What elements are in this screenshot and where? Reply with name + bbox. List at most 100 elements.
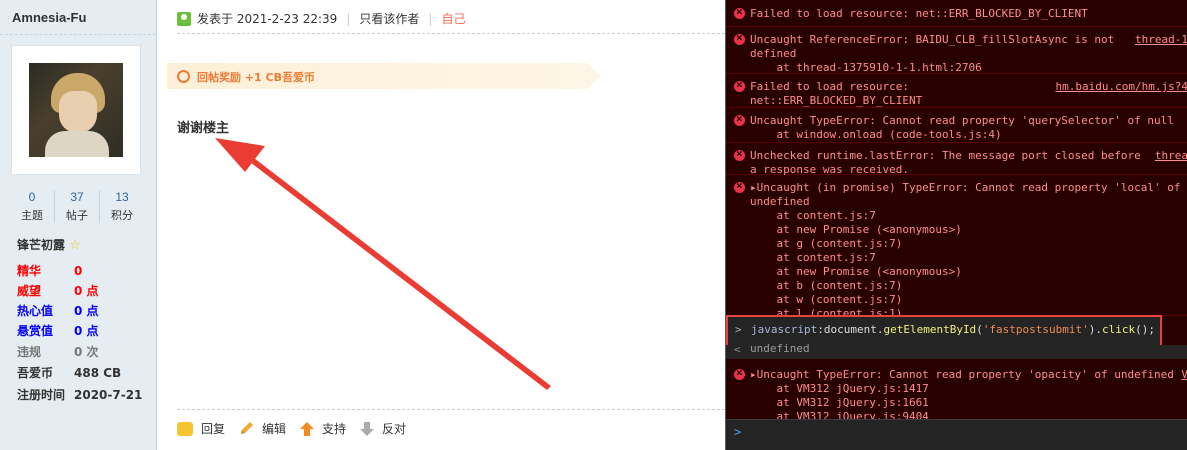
oppose-button[interactable]: 反对: [360, 420, 406, 437]
attribute-row: 精华 0: [17, 262, 82, 280]
stat-label: 帖子: [66, 209, 88, 222]
username-link[interactable]: Amnesia-Fu: [12, 10, 86, 25]
pencil-icon: [241, 422, 254, 434]
console-error-message: Uncaught ReferenceError: BAIDU_CLB_fillS…: [726, 26, 1187, 74]
support-button[interactable]: 支持: [300, 420, 346, 437]
reply-button[interactable]: 回复: [177, 420, 225, 437]
result-value: undefined: [750, 342, 810, 355]
console-line: Uncaught TypeError: Cannot read property…: [750, 114, 1174, 127]
stat-label: 积分: [111, 209, 133, 222]
attribute-row: 热心值 0 点: [17, 302, 99, 320]
stat-value[interactable]: 37: [55, 190, 99, 204]
source-link[interactable]: hm.baidu.com/hm.js?4: [1056, 80, 1187, 93]
console-error-message: ▸Uncaught TypeError: Cannot read propert…: [726, 361, 1187, 423]
edit-button[interactable]: 编辑: [239, 420, 286, 437]
error-icon: [734, 78, 745, 92]
attribute-value: 0 点: [74, 304, 99, 318]
console-line: at content.js:7: [750, 251, 876, 264]
attribute-row: 注册时间 2020-7-21: [17, 386, 142, 404]
console-error-message: Uncaught TypeError: Cannot read property…: [726, 107, 1187, 143]
console-line: at w (content.js:7): [750, 293, 903, 306]
console-line: Failed to load resource: net::ERR_BLOCKE…: [750, 7, 1088, 20]
support-label: 支持: [322, 422, 347, 436]
console-line: ▸Uncaught (in promise) TypeError: Cannot…: [750, 181, 1181, 194]
attribute-value: 2020-7-21: [74, 388, 143, 402]
devtools-console: Failed to load resource: net::ERR_BLOCKE…: [725, 0, 1187, 450]
console-line: at VM312 jQuery.js:1661: [750, 396, 929, 409]
avatar-frame[interactable]: [11, 45, 141, 175]
console-prompt-input[interactable]: >: [726, 419, 1187, 450]
attribute-key: 精华: [17, 264, 42, 278]
attribute-value: 0 点: [74, 284, 99, 298]
console-line: undefined: [750, 195, 810, 208]
attribute-key: 悬赏值: [17, 324, 54, 338]
console-line: at b (content.js:7): [750, 279, 903, 292]
user-rank: 锋芒初露 ☆: [17, 236, 81, 253]
attribute-row: 威望 0 点: [17, 282, 99, 300]
stat-threads[interactable]: 0 主题: [10, 190, 55, 223]
console-line: ▸Uncaught TypeError: Cannot read propert…: [750, 368, 1174, 381]
error-icon: [734, 366, 745, 380]
arrow-up-icon: [300, 421, 315, 436]
console-command[interactable]: javascript:document.getElementById('fast…: [751, 323, 1155, 336]
console-line: at window.onload (code-tools.js:4): [750, 128, 1002, 141]
chevron-left-icon: <: [734, 343, 741, 356]
attribute-key: 吾爱币: [17, 366, 54, 380]
console-line: at new Promise (<anonymous>): [750, 223, 962, 236]
attribute-key: 热心值: [17, 304, 54, 318]
star-icon: ☆: [69, 238, 81, 253]
post-actions: 回复 编辑 支持 反对: [177, 420, 420, 437]
rank-label: 锋芒初露: [17, 238, 66, 252]
console-line: at g (content.js:7): [750, 237, 903, 250]
post-area: 发表于 2021-2-23 22:39 | 只看该作者 | 自己 回帖奖励 +1…: [157, 0, 725, 450]
console-line: at content.js:7: [750, 209, 876, 222]
divider: [177, 409, 725, 410]
divider: [0, 34, 156, 35]
console-result: < undefined: [726, 342, 1187, 359]
console-line: Failed to load resource:: [750, 80, 909, 93]
attribute-row: 违规 0 次: [17, 343, 99, 361]
console-line: at VM312 jQuery.js:1417: [750, 382, 929, 395]
attribute-key: 注册时间: [17, 388, 66, 402]
console-error-message: Failed to load resource: net::ERR_BLOCKE…: [726, 0, 1187, 27]
arrow-down-icon: [360, 421, 375, 436]
console-line: net::ERR_BLOCKED_BY_CLIENT: [750, 94, 923, 107]
source-link[interactable]: V: [1181, 368, 1187, 381]
error-icon: [734, 112, 745, 126]
stat-label: 主题: [21, 209, 43, 222]
error-icon: [734, 31, 745, 45]
source-link[interactable]: threa: [1155, 149, 1187, 162]
console-error-message: Failed to load resource:net::ERR_BLOCKED…: [726, 73, 1187, 108]
attribute-value: 0 次: [74, 345, 99, 359]
attribute-row: 悬赏值 0 点: [17, 322, 99, 340]
source-link[interactable]: thread-1: [1135, 33, 1187, 46]
attribute-key: 违规: [17, 345, 42, 359]
reply-icon: [177, 421, 193, 436]
attribute-value: 0 点: [74, 324, 99, 338]
console-line: defined: [750, 47, 797, 60]
stat-points[interactable]: 13 积分: [100, 190, 144, 223]
attribute-value: 0: [74, 264, 83, 278]
console-error-message: Unchecked runtime.lastError: The message…: [726, 142, 1187, 176]
oppose-label: 反对: [382, 422, 407, 436]
user-sidebar: Amnesia-Fu 0 主题 37 帖子 13 积分 锋芒初露 ☆ 精华 0 威望…: [0, 0, 157, 450]
error-icon: [734, 5, 745, 19]
avatar[interactable]: [29, 63, 123, 157]
annotation-arrow: [215, 138, 551, 390]
chevron-right-icon: >: [734, 425, 742, 439]
console-line: Uncaught ReferenceError: BAIDU_CLB_fillS…: [750, 33, 1115, 46]
edit-label: 编辑: [262, 422, 287, 436]
console-error-message: ▸Uncaught (in promise) TypeError: Cannot…: [726, 174, 1187, 320]
reply-label: 回复: [201, 422, 226, 436]
stat-value[interactable]: 13: [100, 190, 144, 204]
stat-posts[interactable]: 37 帖子: [55, 190, 100, 223]
error-icon: [734, 179, 745, 193]
stat-value[interactable]: 0: [10, 190, 54, 204]
user-stats: 0 主题 37 帖子 13 积分: [10, 190, 144, 223]
console-line: Unchecked runtime.lastError: The message…: [750, 149, 1141, 162]
error-icon: [734, 147, 745, 161]
attribute-key: 威望: [17, 284, 42, 298]
attribute-row: 吾爱币 488 CB: [17, 364, 121, 382]
console-line: at new Promise (<anonymous>): [750, 265, 962, 278]
attribute-value: 488 CB: [74, 366, 122, 380]
